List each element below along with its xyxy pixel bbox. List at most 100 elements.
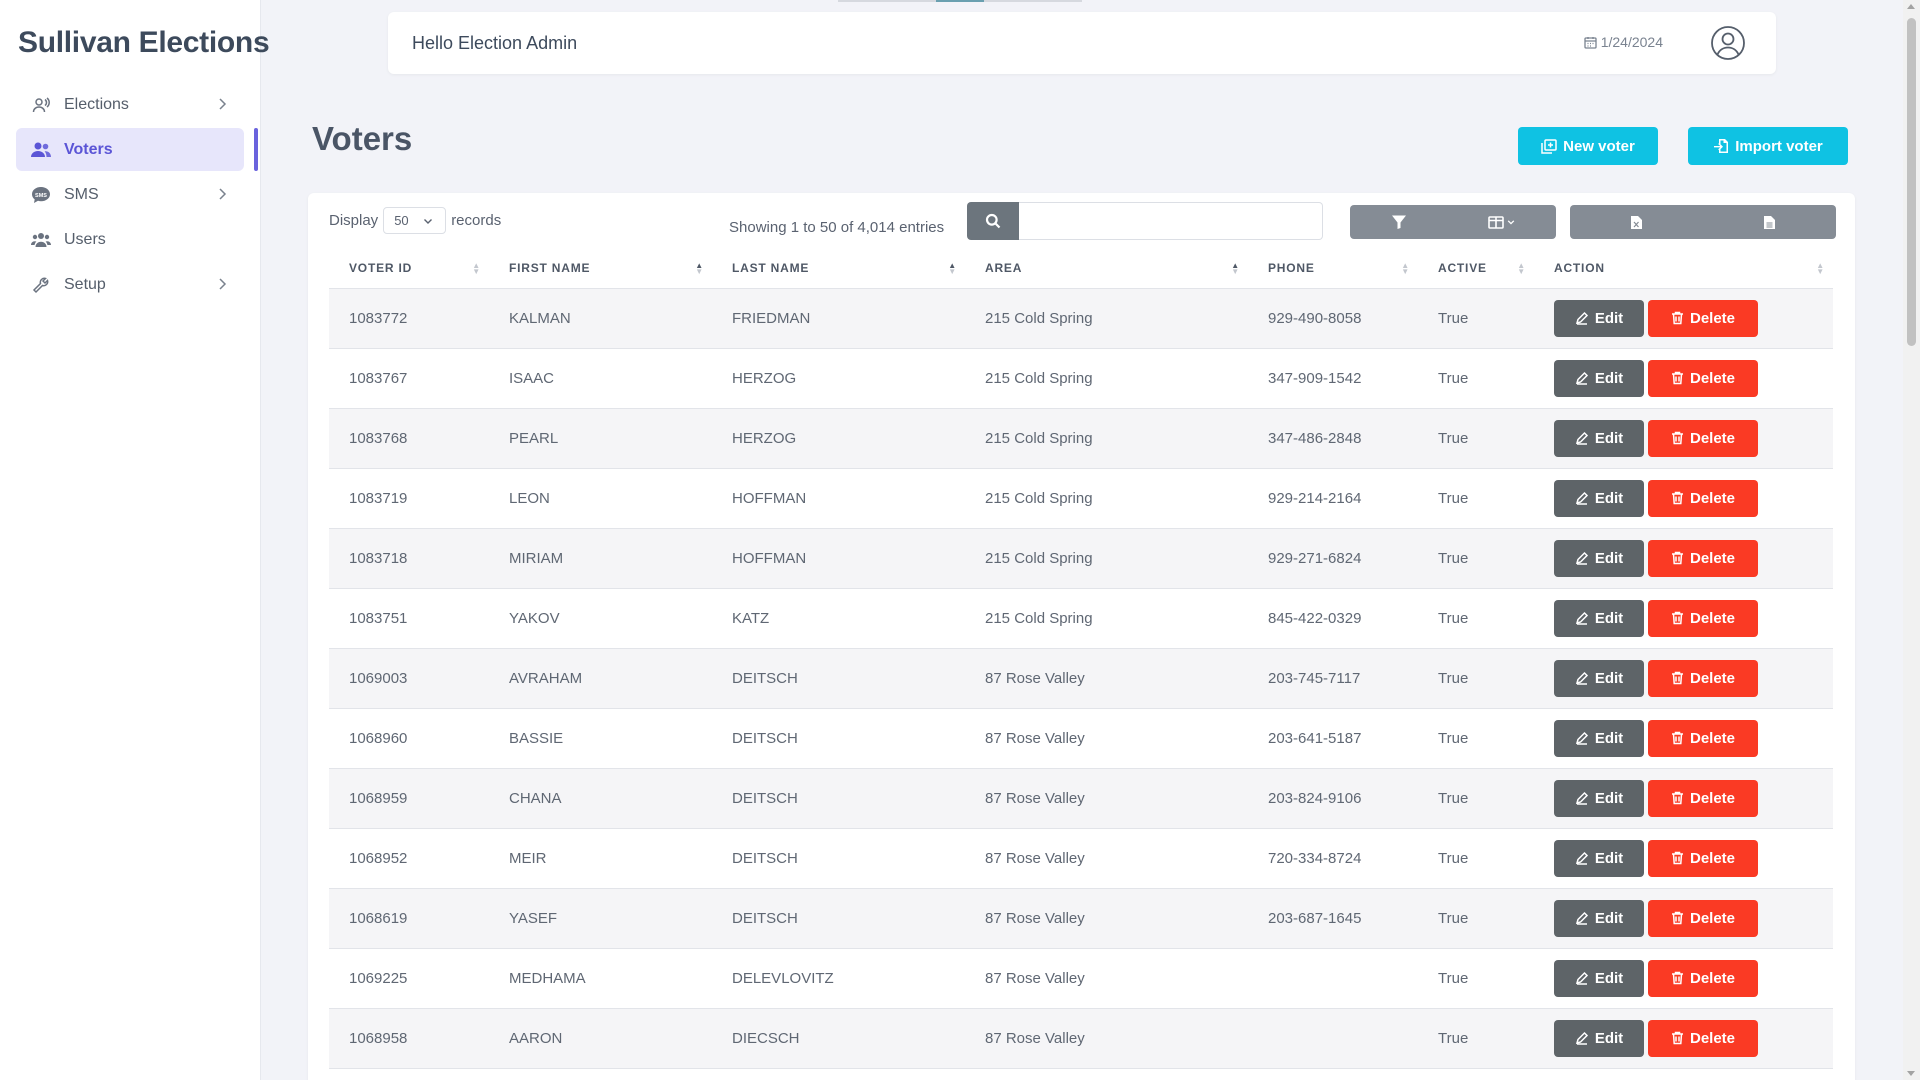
calendar-icon (1584, 36, 1597, 49)
delete-button[interactable]: Delete (1648, 479, 1758, 517)
delete-label: Delete (1689, 789, 1736, 807)
delete-button[interactable]: Delete (1648, 899, 1758, 937)
column-header-phone[interactable]: PHONE ▲ ▼ (1248, 249, 1418, 289)
sort-icon: ▲ ▼ (948, 261, 957, 276)
column-header-voter-id[interactable]: VOTER ID ▲ ▼ (329, 249, 489, 289)
delete-button[interactable]: Delete (1648, 419, 1758, 457)
table-row: 1083719 LEON HOFFMAN 215 Cold Spring 929-214… (329, 468, 1833, 529)
users-group-icon (31, 230, 51, 250)
edit-button[interactable]: Edit (1554, 539, 1644, 577)
import-voter-button[interactable]: Import voter (1688, 127, 1848, 165)
delete-button[interactable]: Delete (1648, 779, 1758, 817)
edit-icon (1575, 851, 1588, 865)
display-label: Display (329, 212, 379, 229)
cell-voter-id: 1068958 (329, 1008, 489, 1069)
sidebar-item-voters[interactable]: Voters (16, 128, 258, 171)
edit-button[interactable]: Edit (1554, 779, 1644, 817)
edit-button[interactable]: Edit (1554, 719, 1644, 757)
delete-button[interactable]: Delete (1648, 359, 1758, 397)
column-header-action[interactable]: ACTION ▲ ▼ (1534, 249, 1833, 289)
cell-first-name: MEIR (489, 828, 712, 889)
edit-label: Edit (1594, 909, 1624, 927)
edit-button[interactable]: Edit (1554, 359, 1644, 397)
search-input[interactable] (1019, 202, 1323, 240)
page-title: Voters (312, 120, 413, 157)
delete-button[interactable]: Delete (1648, 839, 1758, 877)
voters-table-body: 1083772 KALMAN FRIEDMAN 215 Cold Spring 929-… (329, 288, 1833, 1069)
cell-action: Edit Delete (1534, 288, 1833, 349)
entries-info: Showing 1 to 50 of 4,014 entries (729, 219, 945, 236)
edit-icon (1575, 971, 1588, 985)
edit-icon (1575, 791, 1588, 805)
cell-phone: 929-214-2164 (1248, 468, 1418, 529)
cell-phone: 929-271-6824 (1248, 528, 1418, 589)
csv-export-icon[interactable] (1763, 215, 1776, 230)
edit-button[interactable]: Edit (1554, 1019, 1644, 1057)
table-row: 1068952 MEIR DEITSCH 87 Rose Valley 720-334-… (329, 828, 1833, 889)
column-header-last-name[interactable]: LAST NAME ▲ ▼ (712, 249, 965, 289)
delete-button[interactable]: Delete (1648, 1019, 1758, 1057)
sort-icon: ▲ ▼ (1231, 261, 1240, 276)
edit-label: Edit (1594, 729, 1624, 747)
edit-button[interactable]: Edit (1554, 299, 1644, 337)
cell-phone: 203-641-5187 (1248, 708, 1418, 769)
filter-icon[interactable] (1391, 214, 1407, 230)
scroll-up-arrow[interactable] (1907, 4, 1915, 9)
column-header-area[interactable]: AREA ▲ ▼ (965, 249, 1248, 289)
cell-action: Edit Delete (1534, 468, 1833, 529)
edit-button[interactable]: Edit (1554, 839, 1644, 877)
page-scrollbar[interactable] (1903, 0, 1920, 1080)
top-divider (838, 0, 936, 2)
column-header-label: PHONE (1268, 261, 1315, 276)
chevron-down-icon (423, 218, 432, 224)
scrollbar-thumb[interactable] (1907, 18, 1916, 346)
column-header-label: ACTION (1554, 261, 1605, 276)
delete-label: Delete (1689, 729, 1736, 747)
delete-button[interactable]: Delete (1648, 299, 1758, 337)
edit-button[interactable]: Edit (1554, 959, 1644, 997)
search-button[interactable] (967, 202, 1019, 240)
sort-icon: ▲ ▼ (1517, 261, 1526, 276)
sidebar-item-users[interactable]: Users (16, 218, 244, 261)
page-size-select[interactable]: 50 (383, 207, 447, 234)
excel-export-icon[interactable] (1630, 215, 1643, 230)
edit-icon (1575, 491, 1588, 505)
delete-label: Delete (1689, 489, 1736, 507)
edit-icon (1575, 671, 1588, 685)
edit-icon (1575, 611, 1588, 625)
columns-toggle[interactable] (1488, 215, 1515, 229)
user-circle-icon[interactable] (1710, 25, 1746, 61)
edit-button[interactable]: Edit (1554, 479, 1644, 517)
sidebar-item-setup[interactable]: Setup (16, 263, 244, 306)
cell-phone: 203-745-7117 (1248, 648, 1418, 709)
delete-button[interactable]: Delete (1648, 719, 1758, 757)
edit-icon (1575, 551, 1588, 565)
new-voter-button[interactable]: New voter (1518, 127, 1658, 165)
delete-button[interactable]: Delete (1648, 959, 1758, 997)
edit-button[interactable]: Edit (1554, 599, 1644, 637)
sidebar-item-elections[interactable]: Elections (16, 83, 244, 126)
column-header-first-name[interactable]: FIRST NAME ▲ ▼ (489, 249, 712, 289)
cell-active: True (1418, 408, 1534, 469)
cell-last-name: HOFFMAN (712, 468, 965, 529)
trash-icon (1671, 911, 1683, 925)
cell-phone: 929-490-8058 (1248, 288, 1418, 349)
edit-button[interactable]: Edit (1554, 419, 1644, 457)
edit-button[interactable]: Edit (1554, 659, 1644, 697)
date-text: 1/24/2024 (1600, 34, 1663, 50)
edit-button[interactable]: Edit (1554, 899, 1644, 937)
delete-button[interactable]: Delete (1648, 539, 1758, 577)
column-header-active[interactable]: ACTIVE ▲ ▼ (1418, 249, 1534, 289)
edit-icon (1575, 371, 1588, 385)
trash-icon (1671, 491, 1683, 505)
scroll-down-arrow[interactable] (1907, 1071, 1915, 1076)
delete-button[interactable]: Delete (1648, 659, 1758, 697)
edit-label: Edit (1594, 789, 1624, 807)
sidebar-item-sms[interactable]: SMS SMS (16, 173, 244, 216)
delete-label: Delete (1689, 969, 1736, 987)
cell-last-name: DEITSCH (712, 888, 965, 949)
delete-button[interactable]: Delete (1648, 599, 1758, 637)
brand-title: Sullivan Elections (18, 26, 270, 59)
edit-icon (1575, 1031, 1588, 1045)
cell-first-name: PEARL (489, 408, 712, 469)
